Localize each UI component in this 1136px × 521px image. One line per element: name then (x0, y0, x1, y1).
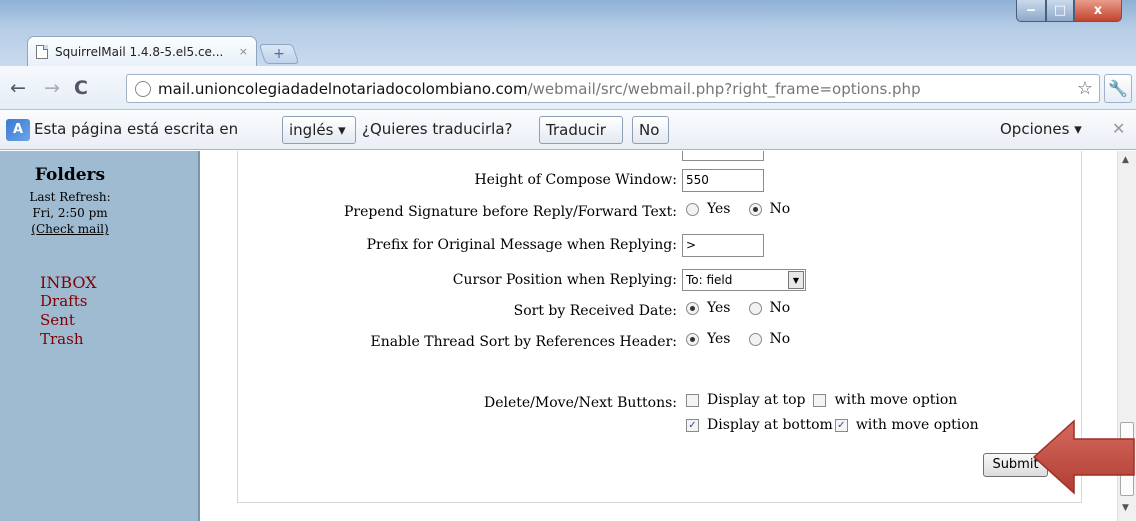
folders-heading: Folders (34, 165, 106, 185)
translate-infobar: A Esta página está escrita en inglés ▾ ¿… (0, 110, 1136, 150)
thread-sort-yes-radio[interactable] (686, 332, 699, 346)
page-icon (36, 44, 48, 59)
folder-drafts[interactable]: Drafts (40, 292, 97, 311)
folder-pane: Folders Last Refresh: Fri, 2:50 pm (Chec… (0, 151, 200, 521)
compose-height-input[interactable]: 550 (682, 169, 764, 192)
bottom-move-option-label: with move option (855, 417, 979, 433)
cursor-position-value: To: field (686, 273, 733, 287)
maximize-button[interactable]: □ (1046, 0, 1074, 22)
url-host: mail.unioncolegiadadelnotariadocolombian… (158, 79, 528, 98)
scroll-up-icon[interactable]: ▲ (1122, 155, 1129, 165)
folder-list: INBOX Drafts Sent Trash (40, 273, 97, 349)
sort-received-no-radio[interactable] (748, 301, 762, 315)
last-refresh-time: Fri, 2:50 pm (32, 206, 108, 220)
option-row-compose-height: Height of Compose Window: 550 (202, 168, 1117, 194)
folder-inbox[interactable]: INBOX (40, 273, 97, 292)
plus-icon: + (273, 46, 285, 62)
option-row-prefix: Prefix for Original Message when Replyin… (202, 233, 1117, 259)
forward-button[interactable]: → (44, 77, 60, 99)
prepend-signature-yes-label: Yes (707, 201, 731, 217)
back-button[interactable]: ← (10, 77, 26, 99)
url-path: /webmail/src/webmail.php?right_frame=opt… (527, 79, 921, 98)
sort-received-yes-label: Yes (707, 300, 731, 316)
bottom-move-option-checkbox[interactable]: ✓ (834, 418, 848, 432)
language-select[interactable]: inglés ▾ (282, 116, 356, 144)
display-top-label: Display at top (707, 392, 806, 408)
translate-icon: A (6, 119, 30, 141)
option-row-hidden (202, 151, 1117, 163)
infobar-message: Esta página está escrita en (34, 120, 239, 138)
close-window-button[interactable]: x (1074, 0, 1122, 22)
wrench-icon: 🔧 (1108, 79, 1128, 98)
display-top-checkbox[interactable] (686, 393, 699, 407)
dropdown-arrow-icon: ▼ (788, 271, 804, 289)
cursor-position-select[interactable]: To: field ▼ (682, 269, 806, 291)
cursor-position-label: Cursor Position when Replying: (452, 272, 677, 288)
thread-sort-no-label: No (769, 331, 791, 347)
wrench-menu-button[interactable]: 🔧 (1104, 74, 1132, 103)
translate-button[interactable]: Traducir (539, 116, 623, 144)
hidden-textbox[interactable] (682, 151, 764, 161)
option-row-cursor-position: Cursor Position when Replying: To: field… (202, 268, 1117, 294)
option-row-thread-sort: Enable Thread Sort by References Header:… (202, 330, 1117, 356)
check-mail-link[interactable]: (Check mail) (0, 222, 140, 236)
sort-received-label: Sort by Received Date: (513, 303, 677, 319)
compose-height-label: Height of Compose Window: (474, 172, 677, 188)
browser-tab[interactable]: SquirrelMail 1.4.8-5.el5.ce... × (27, 36, 257, 66)
prefix-input[interactable]: > (682, 234, 764, 257)
star-icon[interactable]: ☆ (1077, 78, 1093, 99)
prepend-signature-no-radio[interactable] (748, 202, 762, 216)
folder-sent[interactable]: Sent (40, 311, 97, 330)
option-row-prepend-signature: Prepend Signature before Reply/Forward T… (202, 200, 1117, 226)
new-tab-button[interactable]: + (258, 44, 300, 64)
top-move-option-checkbox[interactable] (813, 393, 827, 407)
option-row-delete-move-bottom: ✓ Display at bottom ✓ with move option (202, 416, 1117, 442)
browser-toolbar: ← → C mail.unioncolegiadadelnotariadocol… (0, 66, 1136, 110)
address-bar[interactable]: mail.unioncolegiadadelnotariadocolombian… (126, 74, 1100, 103)
scroll-down-icon[interactable]: ▼ (1122, 503, 1129, 513)
option-row-sort-received: Sort by Received Date: Yes No (202, 299, 1117, 325)
annotation-arrow-icon (1032, 419, 1135, 495)
tab-close-icon[interactable]: × (239, 45, 248, 58)
reload-button[interactable]: C (74, 77, 88, 99)
display-bottom-label: Display at bottom (707, 417, 833, 433)
prefix-label: Prefix for Original Message when Replyin… (366, 237, 677, 253)
delete-move-label: Delete/Move/Next Buttons: (484, 395, 677, 411)
prepend-signature-label: Prepend Signature before Reply/Forward T… (344, 204, 677, 220)
infobar-close-icon[interactable]: ✕ (1112, 119, 1125, 138)
options-pane: Height of Compose Window: 550 Prepend Si… (202, 151, 1117, 521)
infobar-options-menu[interactable]: Opciones ▾ (1000, 120, 1082, 138)
globe-icon (135, 80, 151, 97)
top-move-option-label: with move option (834, 392, 958, 408)
thread-sort-no-radio[interactable] (748, 332, 762, 346)
minimize-button[interactable]: ‒ (1016, 0, 1046, 22)
folder-trash[interactable]: Trash (40, 330, 97, 349)
sort-received-yes-radio[interactable] (686, 301, 699, 315)
last-refresh-label: Last Refresh: (29, 190, 111, 204)
thread-sort-label: Enable Thread Sort by References Header: (370, 334, 677, 350)
tab-title: SquirrelMail 1.4.8-5.el5.ce... (55, 44, 224, 59)
thread-sort-yes-label: Yes (707, 331, 731, 347)
window-titlebar: SquirrelMail 1.4.8-5.el5.ce... × + ‒ □ x (0, 0, 1136, 72)
option-row-delete-move-top: Delete/Move/Next Buttons: Display at top… (202, 391, 1117, 417)
display-bottom-checkbox[interactable]: ✓ (686, 418, 699, 432)
prepend-signature-no-label: No (769, 201, 791, 217)
prepend-signature-yes-radio[interactable] (686, 202, 699, 216)
sort-received-no-label: No (769, 300, 791, 316)
infobar-question: ¿Quieres traducirla? (362, 120, 513, 138)
no-translate-button[interactable]: No (632, 116, 669, 144)
